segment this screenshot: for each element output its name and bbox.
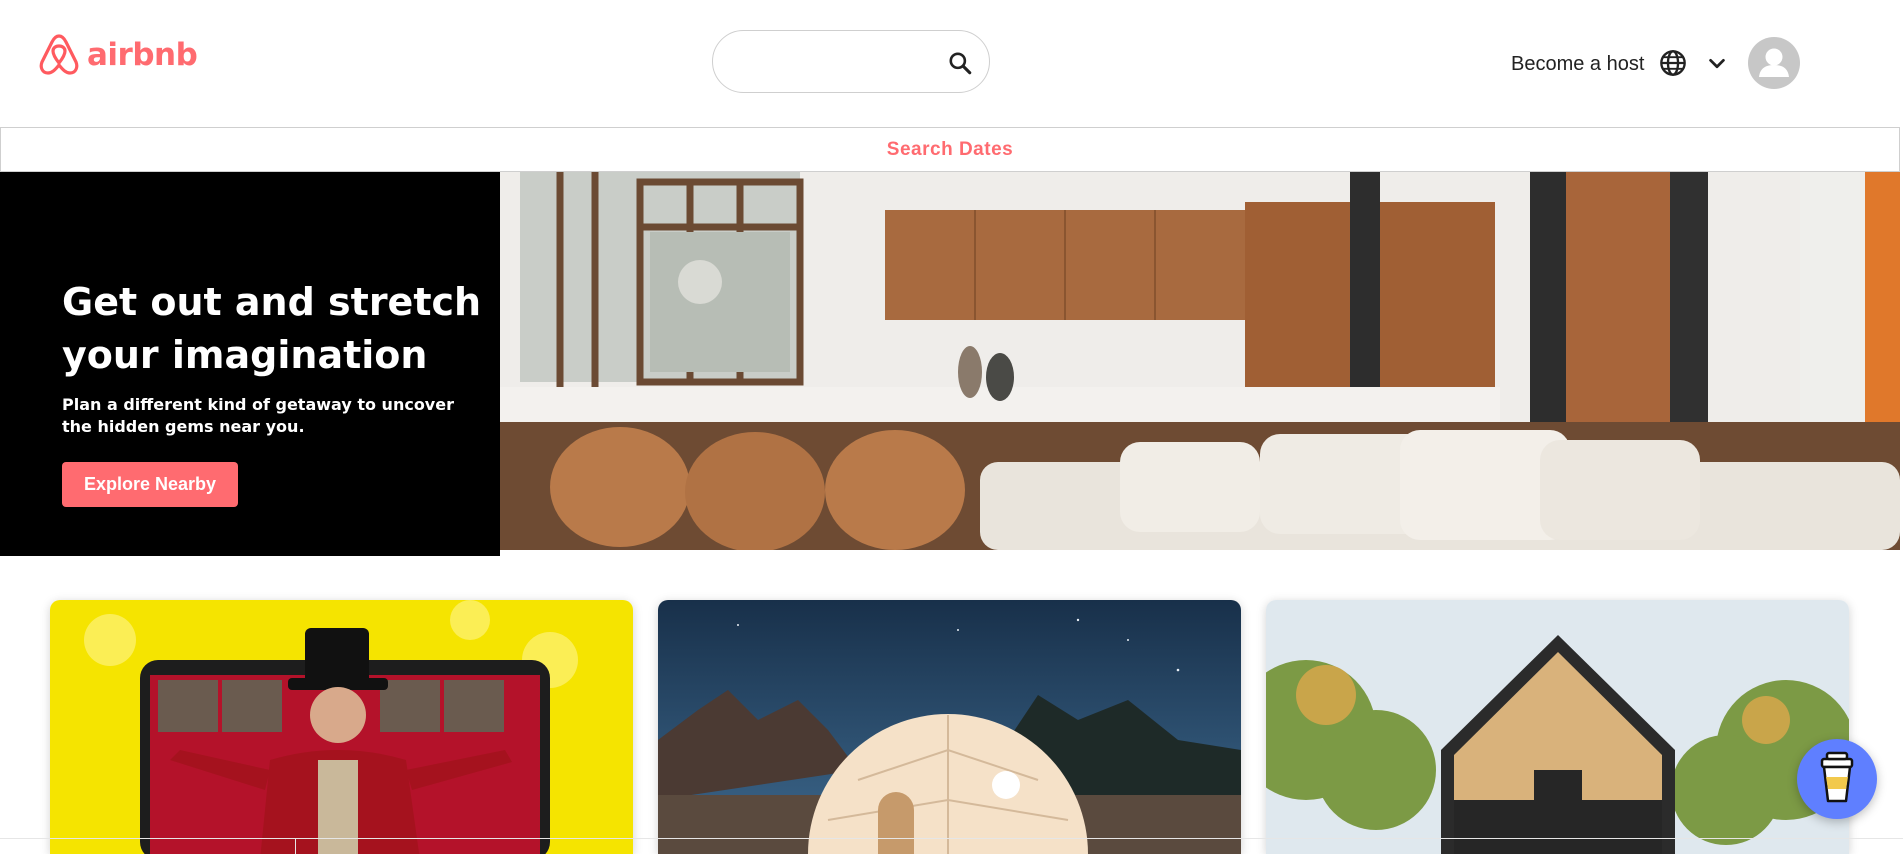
card-image	[50, 600, 633, 854]
search-dates-label: Search Dates	[886, 138, 1014, 160]
user-avatar[interactable]	[1748, 37, 1800, 89]
explore-nearby-button[interactable]: Explore Nearby	[62, 462, 238, 507]
card-online-experiences[interactable]	[50, 600, 633, 854]
bottom-divider	[0, 838, 1903, 839]
card-image	[658, 600, 1241, 854]
card-entire-homes[interactable]	[1266, 600, 1849, 854]
hero-image	[500, 172, 1900, 550]
airbnb-logo[interactable]: airbnb	[37, 32, 198, 78]
globe-icon[interactable]	[1659, 49, 1687, 77]
bottom-divider-tick	[295, 838, 296, 854]
become-host-link[interactable]: Become a host	[1511, 52, 1644, 76]
search-dates-bar[interactable]: Search Dates	[0, 127, 1900, 172]
hero-banner: Get out and stretch your imagination Pla…	[0, 172, 500, 556]
search-input[interactable]	[737, 46, 931, 80]
top-navbar: airbnb Become a host	[0, 0, 1903, 127]
airbnb-logo-icon	[39, 34, 79, 75]
user-avatar-icon	[1759, 48, 1789, 77]
hero-subtitle: Plan a different kind of getaway to unco…	[62, 395, 454, 436]
card-image	[1266, 600, 1849, 854]
hero-title: Get out and stretch your imagination	[62, 280, 482, 377]
buy-me-a-coffee-button[interactable]	[1797, 739, 1877, 819]
card-unique-stays[interactable]	[658, 600, 1241, 854]
logo-wordmark: airbnb	[87, 36, 198, 73]
coffee-cup-icon	[1820, 751, 1854, 803]
chevron-down-icon[interactable]	[1706, 53, 1728, 75]
search-bar[interactable]	[712, 30, 990, 93]
search-icon[interactable]	[947, 50, 973, 76]
